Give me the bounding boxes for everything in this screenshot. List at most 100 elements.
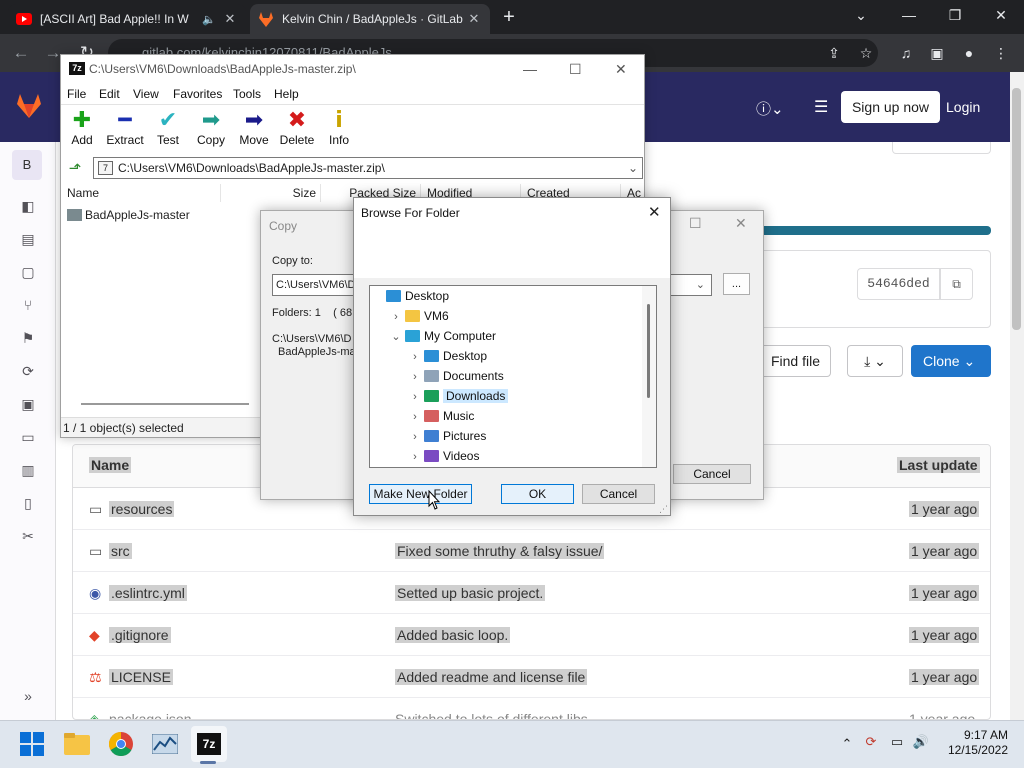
delete-button[interactable]: ✖ Delete [274, 107, 320, 151]
column-size[interactable]: Size [221, 184, 321, 202]
close-icon[interactable]: ✕ [648, 203, 661, 221]
login-button[interactable]: Login [946, 91, 986, 123]
horizontal-scrollbar[interactable] [81, 403, 249, 405]
commit-message[interactable]: Switched to lots of different libs [395, 711, 588, 719]
network-icon[interactable]: ▭ [888, 734, 906, 750]
tree-item[interactable]: › Documents [370, 366, 656, 386]
ok-button[interactable]: OK [501, 484, 574, 504]
maximize-icon[interactable]: ☐ [569, 56, 582, 82]
media-icon[interactable]: ♫ [895, 42, 917, 64]
chevron-right-icon[interactable]: › [389, 307, 403, 327]
chevron-right-icon[interactable]: › [408, 367, 422, 387]
browse-cancel-button[interactable]: Cancel [582, 484, 655, 504]
tab-youtube[interactable]: [ASCII Art] Bad Apple!! In W 🔈 ✕ [8, 4, 246, 34]
column-name[interactable]: Name [61, 184, 221, 202]
folder-tree[interactable]: Desktop › VM6 ⌄ My Computer › Desktop › Document… [369, 285, 657, 468]
7zip-taskbar-icon[interactable]: 7z [191, 726, 227, 762]
close-icon[interactable]: ✕ [735, 215, 747, 232]
copy-button[interactable]: ➡ Copy [188, 107, 234, 151]
test-button[interactable]: ✔ Test [145, 107, 191, 151]
file-name[interactable]: src [109, 543, 132, 559]
speaker-icon[interactable]: 🔈 [202, 13, 216, 26]
scrollbar-thumb[interactable] [1012, 88, 1021, 330]
deployments-icon[interactable]: ⟳ [18, 361, 38, 381]
project-avatar[interactable]: B [12, 150, 42, 180]
issues-icon[interactable]: ▢ [18, 262, 38, 282]
path-field[interactable]: 7 C:\Users\VM6\Downloads\BadAppleJs-mast… [93, 157, 643, 179]
menu-edit[interactable]: Edit [99, 85, 120, 103]
monitor-icon[interactable]: ▭ [18, 427, 38, 447]
list-item[interactable]: BadAppleJs-master [67, 206, 217, 224]
chevron-right-icon[interactable]: › [408, 407, 422, 427]
profile-icon[interactable]: ● [958, 42, 980, 64]
merge-requests-icon[interactable]: ⑂ [18, 295, 38, 315]
minimize-icon[interactable]: — [886, 0, 932, 30]
commit-message[interactable]: Added readme and license file [395, 669, 588, 685]
share-icon[interactable]: ⇪ [823, 42, 845, 64]
chevron-right-icon[interactable]: › [408, 447, 422, 467]
menu-tools[interactable]: Tools [233, 85, 261, 103]
close-window-icon[interactable]: ✕ [978, 0, 1024, 30]
table-row[interactable]: ◉ .eslintrc.yml Setted up basic project.… [73, 572, 990, 614]
make-new-folder-button[interactable]: Make New Folder [369, 484, 472, 504]
volume-icon[interactable]: 🔊 [912, 734, 930, 750]
tree-item[interactable]: › Pictures [370, 426, 656, 446]
chevron-down-icon[interactable]: ⌄ [389, 327, 403, 347]
tree-scrollbar-thumb[interactable] [647, 304, 650, 398]
project-info-icon[interactable]: ◧ [18, 196, 38, 216]
info-button[interactable]: ⅰ Info [316, 107, 362, 151]
chevron-up-icon[interactable]: ⌃ [838, 736, 856, 752]
menu-favorites[interactable]: Favorites [173, 85, 222, 103]
analytics-icon[interactable]: ▥ [18, 460, 38, 480]
snippets-icon[interactable]: ✂ [18, 526, 38, 546]
table-row[interactable]: ▭ src Fixed some thruthy & falsy issue/ … [73, 530, 990, 572]
wiki-icon[interactable]: ▯ [18, 493, 38, 513]
tree-item[interactable]: › Downloads [370, 386, 656, 406]
tab-gitlab[interactable]: Kelvin Chin / BadAppleJs · GitLab ✕ [250, 4, 490, 34]
repository-icon[interactable]: ▤ [18, 229, 38, 249]
dropdown-icon[interactable]: ⌄ [696, 275, 705, 295]
chevron-right-icon[interactable]: › [408, 427, 422, 447]
sidepanel-icon[interactable]: ▣ [926, 42, 948, 64]
tree-item[interactable]: ⌄ My Computer [370, 326, 656, 346]
close-icon[interactable]: ✕ [615, 56, 627, 82]
file-name[interactable]: package.json [109, 711, 192, 719]
copy-icon[interactable]: ⧉ [940, 268, 973, 300]
tree-item[interactable]: › Music [370, 406, 656, 426]
dropdown-icon[interactable]: ⌄ [628, 158, 638, 178]
tree-item[interactable]: › VM6 [370, 306, 656, 326]
close-tab-icon[interactable]: ✕ [466, 11, 482, 27]
back-icon[interactable]: ← [10, 42, 32, 64]
copy-cancel-button[interactable]: Cancel [673, 464, 751, 484]
menu-file[interactable]: File [67, 85, 86, 103]
file-name[interactable]: .gitignore [109, 627, 171, 643]
table-row[interactable]: ◆ .gitignore Added basic loop. 1 year ag… [73, 614, 990, 656]
add-button[interactable]: ✚ Add [59, 107, 105, 151]
table-row[interactable]: ⚖ LICENSE Added readme and license file … [73, 656, 990, 698]
help-icon[interactable]: ⓘ⌄ [756, 98, 788, 118]
tree-item[interactable]: Desktop [370, 286, 656, 306]
minimize-icon[interactable]: — [523, 56, 537, 82]
cicd-icon[interactable]: ⚑ [18, 328, 38, 348]
file-name[interactable]: LICENSE [109, 669, 173, 685]
browse-button[interactable]: ... [723, 273, 750, 295]
chevron-right-icon[interactable]: › [408, 387, 422, 407]
packages-icon[interactable]: ▣ [18, 394, 38, 414]
download-icon[interactable]: ⤓ ⌄ [847, 345, 903, 377]
gitlab-logo-icon[interactable] [16, 94, 42, 118]
extract-button[interactable]: ━ Extract [102, 107, 148, 151]
hamburger-icon[interactable]: ☰ [814, 97, 834, 117]
commit-message[interactable]: Fixed some thruthy & falsy issue/ [395, 543, 605, 559]
clone-button[interactable]: Clone ⌄ [911, 345, 991, 377]
new-tab-button[interactable]: + [497, 6, 521, 30]
clock[interactable]: 9:17 AM 12/15/2022 [944, 728, 1008, 758]
chevron-right-icon[interactable]: › [408, 347, 422, 367]
tree-item[interactable]: › Desktop [370, 346, 656, 366]
sync-icon[interactable]: ⟳ [862, 734, 880, 750]
close-tab-icon[interactable]: ✕ [222, 11, 238, 27]
tree-item[interactable]: › Videos [370, 446, 656, 466]
file-explorer-icon[interactable] [59, 726, 95, 762]
commit-message[interactable]: Setted up basic project. [395, 585, 546, 601]
bookmark-star-icon[interactable]: ☆ [855, 42, 877, 64]
tab-search-icon[interactable]: ⌄ [838, 0, 884, 30]
